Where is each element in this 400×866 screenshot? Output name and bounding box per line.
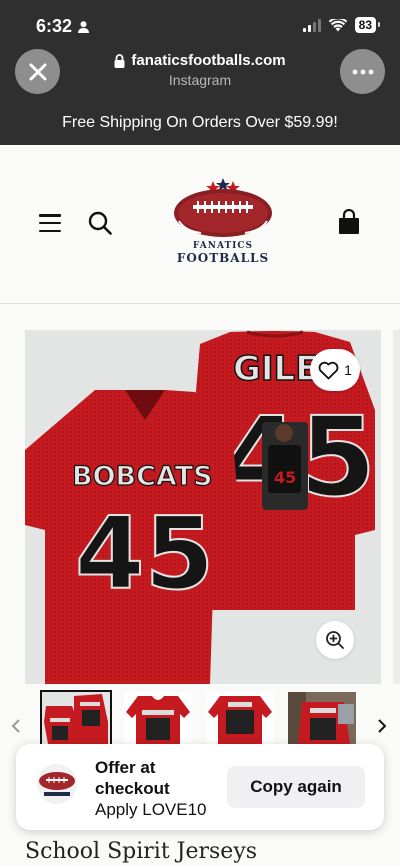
lock-icon xyxy=(114,53,125,68)
thumbnail-1[interactable] xyxy=(40,690,112,746)
wishlist-count: 1 xyxy=(344,362,352,378)
battery-icon: 83 xyxy=(354,17,381,33)
url-source: Instagram xyxy=(168,72,232,88)
logo-line1: FANATICS xyxy=(192,241,254,251)
site-header: FANATICS FOOTBALLS xyxy=(0,145,400,304)
next-image-peek[interactable] xyxy=(393,330,400,684)
more-options-button[interactable] xyxy=(340,49,385,94)
front-jersey-team: BOBCATS xyxy=(72,461,213,492)
browser-chrome: 6:32 83 fanaticsfootballs.com Instagram xyxy=(0,0,400,101)
promo-banner: Free Shipping On Orders Over $59.99! xyxy=(0,101,400,145)
cart-bag-icon[interactable] xyxy=(338,209,360,235)
wishlist-button[interactable]: 1 xyxy=(310,349,360,391)
copy-again-button[interactable]: Copy again xyxy=(227,766,365,808)
url-domain: fanaticsfootballs.com xyxy=(131,52,286,69)
status-time: 6:32 xyxy=(36,16,90,37)
thumbnail-next-icon[interactable] xyxy=(376,718,388,734)
search-icon[interactable] xyxy=(88,211,112,235)
zoom-button[interactable] xyxy=(316,621,354,659)
hamburger-menu-icon[interactable] xyxy=(39,214,61,232)
product-title: School Spirit Jerseys xyxy=(25,839,258,864)
offer-text: Offer at checkout Apply LOVE10 xyxy=(95,757,235,820)
ellipsis-icon xyxy=(352,69,373,74)
offer-toast: Offer at checkout Apply LOVE10 Copy agai… xyxy=(16,744,384,830)
thumbnail-2[interactable] xyxy=(124,692,192,744)
wifi-icon xyxy=(328,18,347,31)
thumbnail-4[interactable] xyxy=(288,692,356,744)
thumbnail-prev-icon[interactable] xyxy=(10,718,22,734)
offer-line2: checkout xyxy=(95,779,170,798)
logo-line2: FOOTBALLS xyxy=(176,251,270,265)
time-text: 6:32 xyxy=(36,16,73,36)
offer-code-line: Apply LOVE10 xyxy=(95,800,207,819)
heart-icon xyxy=(318,361,339,379)
toast-logo xyxy=(37,764,77,804)
thumbnail-3[interactable] xyxy=(206,692,274,744)
person-icon xyxy=(78,20,90,33)
svg-text:45: 45 xyxy=(274,468,296,487)
status-indicators: 83 xyxy=(302,17,381,33)
close-icon xyxy=(29,63,46,80)
zoom-in-icon xyxy=(326,631,344,649)
cellular-signal-icon xyxy=(302,18,321,32)
front-jersey-number: 45 xyxy=(75,495,214,612)
offer-line1: Offer at xyxy=(95,758,156,777)
close-browser-button[interactable] xyxy=(15,49,60,94)
address-bar[interactable]: fanaticsfootballs.com Instagram xyxy=(70,52,330,88)
